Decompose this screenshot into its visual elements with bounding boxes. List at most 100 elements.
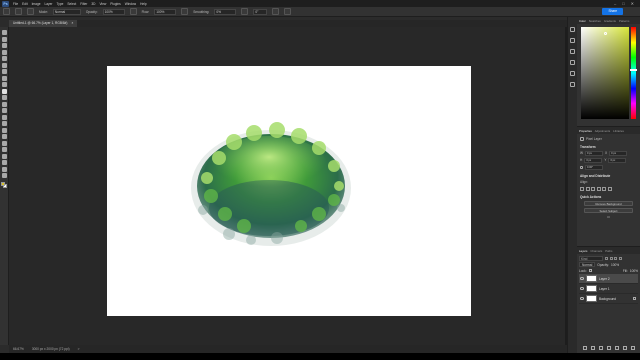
brush-tool-icon[interactable] (1, 88, 7, 94)
tab-swatches[interactable]: Swatches (589, 19, 601, 23)
y-field[interactable]: 0 px (608, 158, 627, 163)
foreground-color-swatch[interactable] (0, 181, 5, 186)
adjustment-layer-icon[interactable] (606, 346, 611, 350)
layer-row-layer-1[interactable]: Layer 1 (579, 284, 638, 294)
document-canvas[interactable] (107, 66, 471, 316)
crop-tool-icon[interactable] (1, 62, 7, 68)
menu-window[interactable]: Window (123, 2, 138, 6)
menu-view[interactable]: View (97, 2, 108, 6)
brush-angle-field[interactable]: 0° (253, 8, 268, 15)
paragraph-icon[interactable] (570, 60, 575, 65)
align-right-icon[interactable] (591, 186, 595, 191)
close-tab-icon[interactable]: × (71, 20, 73, 27)
menu-help[interactable]: Help (138, 2, 149, 6)
mode-select[interactable]: Normal (52, 8, 81, 15)
smoothing-options-icon[interactable] (241, 8, 249, 15)
lock-pixels-icon[interactable] (588, 269, 592, 272)
hue-slider[interactable] (631, 27, 636, 119)
opacity-field[interactable]: 100% (102, 8, 125, 15)
tab-properties[interactable]: Properties (579, 129, 592, 133)
canvas-area[interactable] (9, 27, 567, 345)
hand-tool-icon[interactable] (1, 160, 7, 165)
x-field[interactable]: 0 px (609, 151, 628, 156)
clone-stamp-tool-icon[interactable] (1, 95, 7, 100)
tab-layers[interactable]: Layers (579, 249, 587, 253)
more-tools-icon[interactable] (1, 173, 7, 178)
healing-brush-tool-icon[interactable] (1, 82, 7, 87)
artboard-tool-icon[interactable] (1, 36, 7, 42)
type-tool-icon[interactable] (1, 140, 7, 146)
tab-libraries[interactable]: Libraries (613, 129, 624, 133)
close-window-button[interactable]: ✕ (631, 1, 634, 6)
layer-row-background[interactable]: Background (579, 294, 638, 304)
minimize-button[interactable]: – (614, 1, 616, 6)
align-top-icon[interactable] (596, 186, 601, 191)
height-field[interactable]: 0 px (584, 158, 603, 163)
properties-panel-icon[interactable] (570, 71, 575, 76)
width-field[interactable]: 0 px (585, 151, 604, 156)
visibility-eye-icon[interactable] (580, 297, 584, 300)
angle-field[interactable]: 0.00° (585, 165, 603, 170)
symmetry-icon[interactable] (284, 8, 292, 15)
tab-color[interactable]: Color (579, 19, 586, 23)
visibility-eye-icon[interactable] (580, 277, 584, 280)
status-arrow-icon[interactable]: > (78, 347, 80, 351)
brush-settings-icon[interactable] (27, 8, 34, 15)
pen-tool-icon[interactable] (1, 134, 7, 139)
layer-style-icon[interactable] (590, 346, 595, 350)
tab-gradients[interactable]: Gradients (604, 19, 616, 23)
smoothing-field[interactable]: 0% (214, 8, 237, 15)
tab-channels[interactable]: Channels (590, 249, 602, 253)
home-icon[interactable] (3, 8, 10, 15)
filter-shape-icon[interactable] (618, 256, 622, 260)
flow-field[interactable]: 100% (154, 8, 177, 15)
select-subject-button[interactable]: Select Subject (584, 207, 633, 213)
menu-edit[interactable]: Edit (20, 2, 30, 6)
history-brush-tool-icon[interactable] (1, 101, 7, 107)
move-tool-icon[interactable] (1, 30, 7, 35)
align-buttons[interactable] (580, 186, 612, 191)
menu-image[interactable]: Image (30, 2, 43, 6)
more-options-icon[interactable]: ••• (580, 215, 637, 219)
new-layer-icon[interactable] (622, 346, 627, 350)
align-left-icon[interactable] (580, 186, 584, 191)
tab-adjustments[interactable]: Adjustments (595, 129, 610, 133)
menu-type[interactable]: Type (54, 2, 65, 6)
airbrush-icon[interactable] (181, 8, 189, 15)
character-icon[interactable] (570, 49, 575, 54)
blend-mode-select[interactable]: Normal (579, 262, 596, 267)
gradient-tool-icon[interactable] (1, 114, 7, 120)
menu-3d[interactable]: 3D (89, 2, 97, 6)
menu-filter[interactable]: Filter (78, 2, 89, 6)
zoom-readout[interactable]: 66.67% (13, 347, 24, 351)
layer-opacity-field[interactable]: 100% (611, 263, 619, 267)
info-icon[interactable] (570, 82, 575, 87)
group-icon[interactable] (614, 346, 619, 350)
layer-filter-kind[interactable]: Kind (579, 255, 603, 261)
menu-plugins[interactable]: Plugins (108, 2, 122, 6)
brush-settings-panel-icon[interactable] (570, 38, 575, 43)
filter-type-icon[interactable] (614, 256, 617, 260)
pressure-opacity-icon[interactable] (129, 8, 137, 15)
align-middle-icon[interactable] (602, 186, 606, 191)
document-tab[interactable]: Untitled-1 @ 66.7% (Layer 1, RGB/8#) × (9, 20, 78, 27)
brush-preset-icon[interactable] (15, 8, 22, 15)
background-lock-icon[interactable] (633, 297, 636, 300)
delete-layer-icon[interactable] (630, 346, 635, 350)
rectangle-tool-icon[interactable] (1, 153, 7, 159)
history-icon[interactable] (570, 27, 575, 32)
marquee-tool-icon[interactable] (1, 43, 7, 48)
path-select-tool-icon[interactable] (1, 147, 7, 152)
blur-tool-icon[interactable] (1, 121, 7, 126)
remove-background-button[interactable]: Remove Background (584, 200, 633, 206)
eyedropper-tool-icon[interactable] (1, 75, 7, 81)
tab-paths[interactable]: Paths (605, 249, 612, 253)
zoom-tool-icon[interactable] (1, 166, 7, 172)
color-picker-field[interactable] (581, 27, 629, 119)
pressure-size-icon[interactable] (272, 8, 280, 15)
frame-tool-icon[interactable] (1, 69, 7, 74)
align-bottom-icon[interactable] (607, 186, 612, 191)
filter-adjustment-icon[interactable] (609, 256, 613, 260)
color-swatches[interactable] (0, 181, 8, 189)
align-center-icon[interactable] (585, 186, 590, 191)
